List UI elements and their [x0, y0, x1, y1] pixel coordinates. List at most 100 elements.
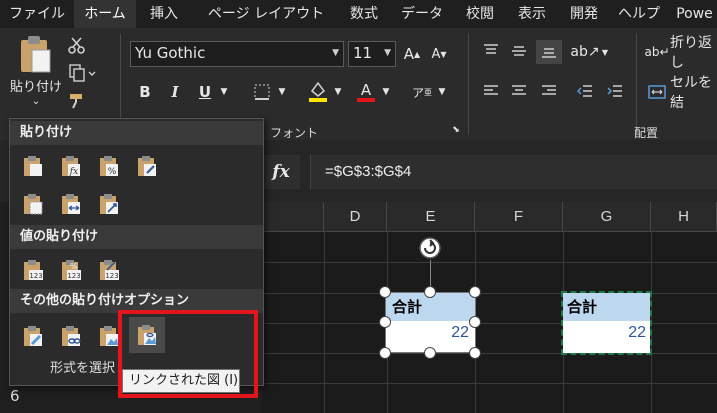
column-header-f[interactable]: F — [475, 202, 563, 232]
resize-handle[interactable] — [424, 347, 436, 359]
font-name-select[interactable]: Yu Gothic ▼ — [130, 41, 344, 67]
font-size-value: 11 — [353, 44, 373, 62]
svg-text:123: 123 — [67, 272, 80, 280]
gridline — [262, 353, 717, 354]
wrap-text-icon[interactable]: ab↵ — [644, 42, 669, 62]
fill-color-icon[interactable] — [306, 78, 330, 104]
column-header-c[interactable] — [262, 202, 324, 232]
copy-source-value: 22 — [628, 324, 646, 341]
paste-link-icon[interactable] — [56, 321, 86, 351]
align-right-icon[interactable] — [538, 82, 560, 100]
resize-handle[interactable] — [469, 316, 481, 328]
align-center-icon[interactable] — [508, 82, 530, 100]
borders-dropdown-icon[interactable]: ▼ — [276, 84, 288, 100]
resize-handle[interactable] — [424, 286, 436, 298]
font-group-label: フォント — [270, 126, 319, 140]
tab-file[interactable]: ファイル — [0, 0, 74, 28]
tab-power[interactable]: Powe — [672, 0, 717, 28]
menu-bar: ファイル ホーム 挿入 ページ レイアウト 数式 データ 校閲 表示 開発 ヘル… — [0, 0, 717, 28]
decrease-indent-icon[interactable] — [574, 82, 596, 100]
align-bottom-icon[interactable] — [536, 40, 562, 64]
tab-data[interactable]: データ — [392, 0, 452, 28]
formula-input[interactable]: =$G$3:$G$4 — [310, 155, 717, 189]
borders-icon[interactable] — [250, 80, 274, 104]
orientation-dropdown-icon[interactable]: ▼ — [600, 46, 610, 58]
font-size-select[interactable]: 11 ▼ — [348, 41, 396, 67]
font-dialog-launcher-icon[interactable]: ⬊ — [450, 124, 462, 136]
tab-help[interactable]: ヘルプ — [612, 0, 666, 28]
values-icon[interactable]: 123 — [18, 255, 48, 285]
phonetic-guide-icon[interactable]: ア亜 — [410, 80, 434, 104]
tab-home[interactable]: ホーム — [74, 0, 136, 28]
font-color-dropdown-icon[interactable]: ▼ — [380, 84, 392, 100]
underline-button[interactable]: U — [194, 80, 216, 104]
paste-icon[interactable] — [18, 151, 48, 181]
values-number-format-icon[interactable]: % 123 — [56, 255, 86, 285]
phonetic-dropdown-icon[interactable]: ▼ — [436, 84, 448, 100]
merge-center-icon[interactable] — [646, 82, 668, 102]
paste-values-section-title: 値の貼り付け — [10, 225, 263, 249]
svg-text:%: % — [108, 167, 117, 177]
svg-text:%: % — [70, 262, 78, 271]
merge-label[interactable]: セルを結 — [670, 75, 717, 111]
linked-picture-tooltip: リンクされた図 (I) — [122, 369, 240, 393]
copy-icon[interactable] — [66, 62, 98, 84]
cut-icon[interactable] — [66, 34, 88, 56]
column-header-d[interactable]: D — [324, 202, 387, 232]
formatting-icon[interactable] — [18, 321, 48, 351]
tab-page-layout[interactable]: ページ レイアウト — [196, 0, 336, 28]
tab-view[interactable]: 表示 — [508, 0, 556, 28]
increase-indent-icon[interactable] — [604, 82, 626, 100]
align-top-icon[interactable] — [480, 42, 502, 60]
tab-review[interactable]: 校閲 — [456, 0, 504, 28]
resize-handle[interactable] — [469, 286, 481, 298]
copy-source-range[interactable]: 合計 22 — [561, 291, 652, 355]
paste-formulas-number-format-icon[interactable]: % — [94, 151, 124, 181]
orientation-icon[interactable]: ab↗ — [570, 42, 599, 62]
increase-font-size-icon[interactable]: A ▲ — [401, 43, 423, 65]
copy-source-header: 合計 — [563, 293, 650, 321]
resize-handle[interactable] — [469, 347, 481, 359]
align-middle-icon[interactable] — [508, 42, 530, 60]
no-borders-icon[interactable] — [18, 189, 48, 219]
decrease-font-size-icon[interactable]: A ▼ — [428, 43, 450, 65]
paste-section-title: 貼り付け — [10, 121, 263, 145]
tab-formulas[interactable]: 数式 — [340, 0, 388, 28]
column-header-g[interactable]: G — [563, 202, 651, 232]
keep-source-formatting-icon[interactable] — [132, 151, 162, 181]
resize-handle[interactable] — [379, 316, 391, 328]
resize-handle[interactable] — [379, 347, 391, 359]
font-color-icon[interactable]: A — [354, 78, 378, 104]
keep-column-widths-icon[interactable] — [56, 189, 86, 219]
svg-text:123: 123 — [105, 272, 118, 280]
paste-formulas-icon[interactable]: fx — [56, 151, 86, 181]
column-header-e[interactable]: E — [387, 202, 475, 232]
ribbon-separator — [636, 34, 637, 134]
bold-button[interactable]: B — [134, 80, 156, 104]
paste-dropdown-arrow-icon[interactable]: ⌄ — [28, 94, 44, 108]
paste-special-link[interactable]: 形式を選択 — [50, 357, 115, 376]
svg-text:fx: fx — [69, 167, 78, 177]
format-painter-icon[interactable] — [66, 90, 88, 112]
rotate-handle-icon[interactable] — [416, 234, 444, 262]
column-header-h[interactable]: H — [651, 202, 717, 232]
insert-function-button[interactable]: fx — [262, 155, 300, 189]
values-source-formatting-icon[interactable]: 123 — [94, 255, 124, 285]
underline-dropdown-icon[interactable]: ▼ — [218, 84, 230, 100]
resize-handle[interactable] — [379, 286, 391, 298]
tab-developer[interactable]: 開発 — [560, 0, 608, 28]
paste-icon[interactable] — [10, 32, 60, 76]
align-left-icon[interactable] — [480, 82, 502, 100]
linked-picture[interactable]: 合計 22 — [385, 292, 476, 353]
row-header-6[interactable]: 6 — [0, 387, 30, 405]
paste-button-label[interactable]: 貼り付け — [6, 76, 66, 95]
italic-button[interactable]: I — [164, 80, 186, 104]
transpose-icon[interactable] — [94, 189, 124, 219]
fill-color-dropdown-icon[interactable]: ▼ — [332, 84, 344, 100]
font-name-value: Yu Gothic — [135, 44, 206, 62]
chevron-down-icon: ▼ — [332, 48, 339, 58]
svg-text:A: A — [361, 81, 372, 99]
wrap-text-label[interactable]: 折り返し — [670, 35, 717, 71]
svg-text:123: 123 — [29, 272, 42, 280]
tab-insert[interactable]: 挿入 — [140, 0, 188, 28]
